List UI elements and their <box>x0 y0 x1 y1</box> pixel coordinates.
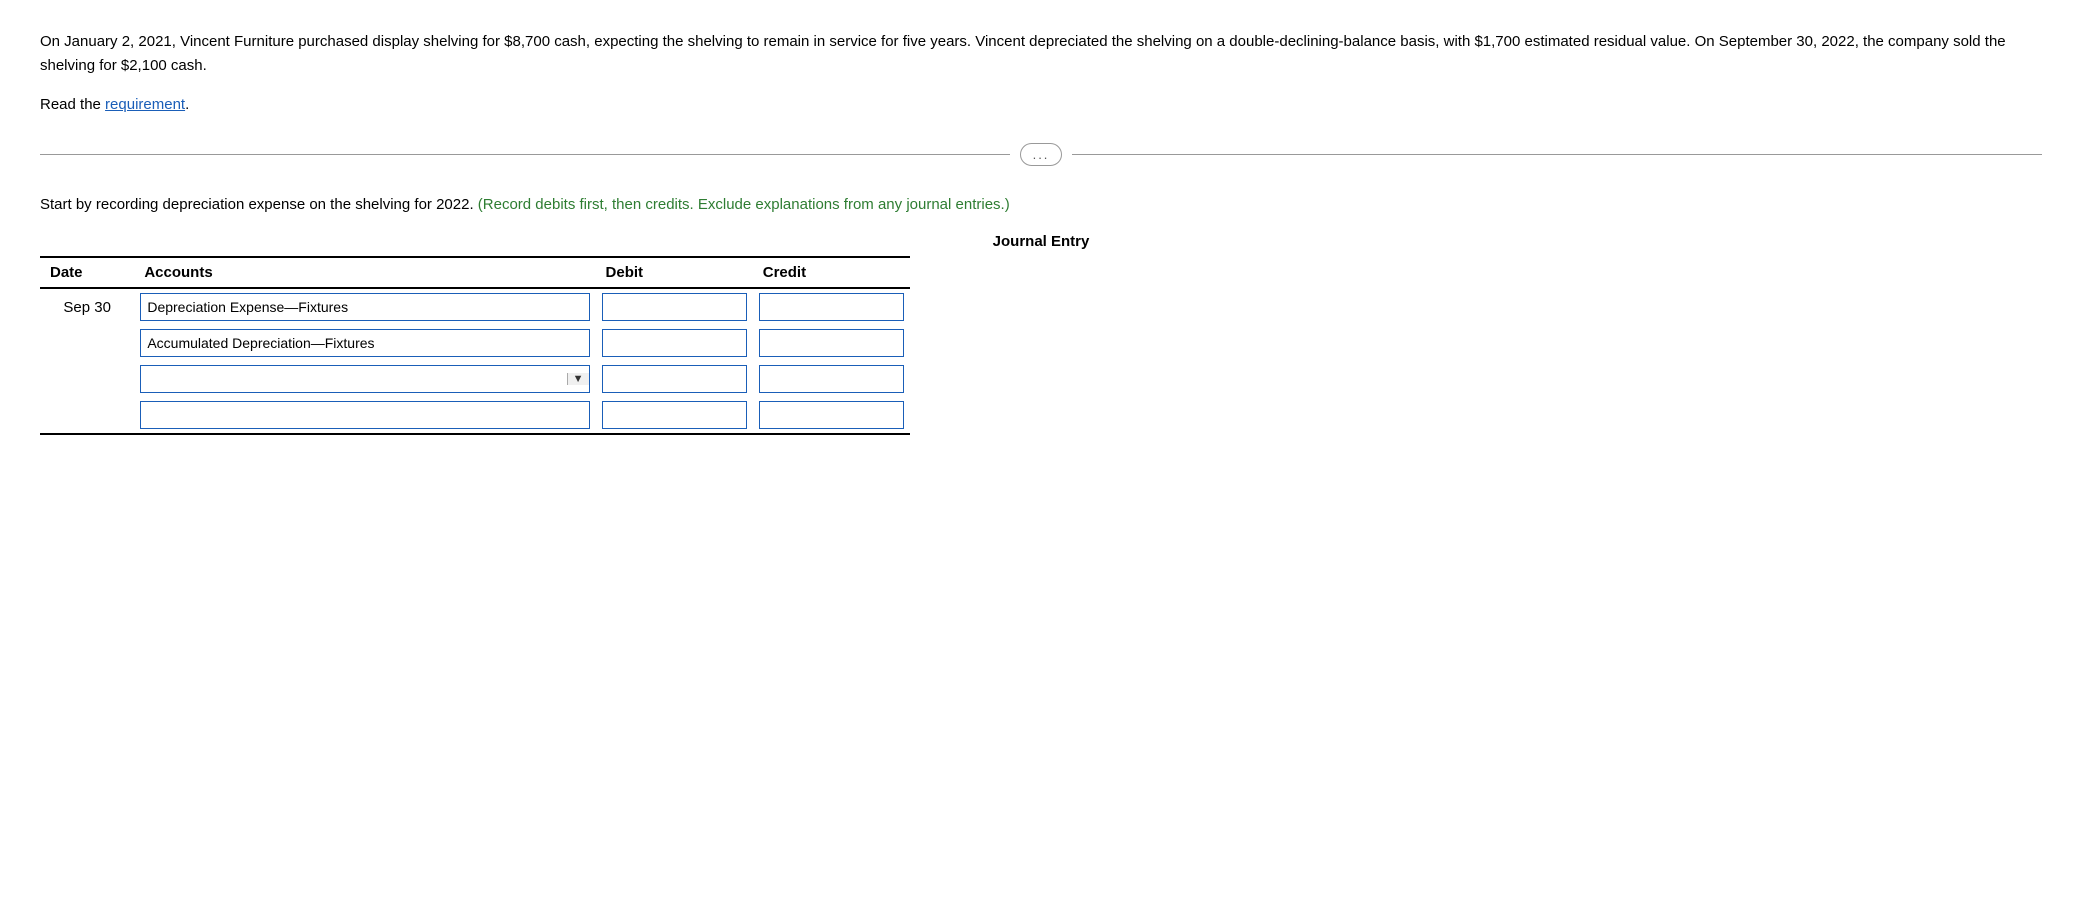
header-date: Date <box>40 257 134 288</box>
journal-title: Journal Entry <box>40 233 2042 250</box>
journal-row-2 <box>40 325 910 361</box>
account-input-1[interactable] <box>140 293 589 321</box>
divider-line-right <box>1072 154 2042 155</box>
account-cell-4[interactable] <box>134 397 595 434</box>
debit-input-2[interactable] <box>602 329 747 357</box>
debit-cell-4[interactable] <box>596 397 753 434</box>
divider-line-left <box>40 154 1010 155</box>
account-dropdown-3[interactable]: ▼ <box>140 365 589 393</box>
credit-input-1[interactable] <box>759 293 904 321</box>
read-label: Read the <box>40 96 105 113</box>
debit-input-4[interactable] <box>602 401 747 429</box>
journal-row-3: ▼ <box>40 361 910 397</box>
date-value-1: Sep 30 <box>63 299 111 316</box>
instruction-paragraph: Start by recording depreciation expense … <box>40 196 2042 213</box>
header-credit: Credit <box>753 257 910 288</box>
section-divider: ... <box>40 143 2042 166</box>
header-debit: Debit <box>596 257 753 288</box>
date-cell-2 <box>40 325 134 361</box>
credit-cell-1[interactable] <box>753 288 910 325</box>
debit-input-3[interactable] <box>602 365 747 393</box>
account-cell-2[interactable] <box>134 325 595 361</box>
divider-dots: ... <box>1020 143 1063 166</box>
date-cell-1: Sep 30 <box>40 288 134 325</box>
instruction-text-before: Start by recording depreciation expense … <box>40 196 478 213</box>
debit-cell-2[interactable] <box>596 325 753 361</box>
credit-input-3[interactable] <box>759 365 904 393</box>
credit-cell-4[interactable] <box>753 397 910 434</box>
header-accounts: Accounts <box>134 257 595 288</box>
journal-header-row: Date Accounts Debit Credit <box>40 257 910 288</box>
date-cell-4 <box>40 397 134 434</box>
debit-cell-1[interactable] <box>596 288 753 325</box>
debit-input-1[interactable] <box>602 293 747 321</box>
account-cell-3[interactable]: ▼ <box>134 361 595 397</box>
dropdown-arrow-icon-3[interactable]: ▼ <box>567 373 589 385</box>
date-cell-3 <box>40 361 134 397</box>
debit-cell-3[interactable] <box>596 361 753 397</box>
read-requirement-line: Read the requirement. <box>40 96 2042 113</box>
journal-row-4 <box>40 397 910 434</box>
account-input-2[interactable] <box>140 329 589 357</box>
account-input-4[interactable] <box>140 401 589 429</box>
journal-row-1: Sep 30 <box>40 288 910 325</box>
credit-cell-3[interactable] <box>753 361 910 397</box>
account-dropdown-input-3[interactable] <box>141 366 566 392</box>
period: . <box>185 96 189 113</box>
journal-table: Date Accounts Debit Credit Sep 30 <box>40 256 910 435</box>
intro-paragraph: On January 2, 2021, Vincent Furniture pu… <box>40 30 2040 78</box>
credit-cell-2[interactable] <box>753 325 910 361</box>
journal-section: Journal Entry Date Accounts Debit Credit… <box>40 233 2042 435</box>
credit-input-4[interactable] <box>759 401 904 429</box>
account-cell-1[interactable] <box>134 288 595 325</box>
credit-input-2[interactable] <box>759 329 904 357</box>
instruction-green-text: (Record debits first, then credits. Excl… <box>478 196 1010 213</box>
requirement-link[interactable]: requirement <box>105 96 185 113</box>
